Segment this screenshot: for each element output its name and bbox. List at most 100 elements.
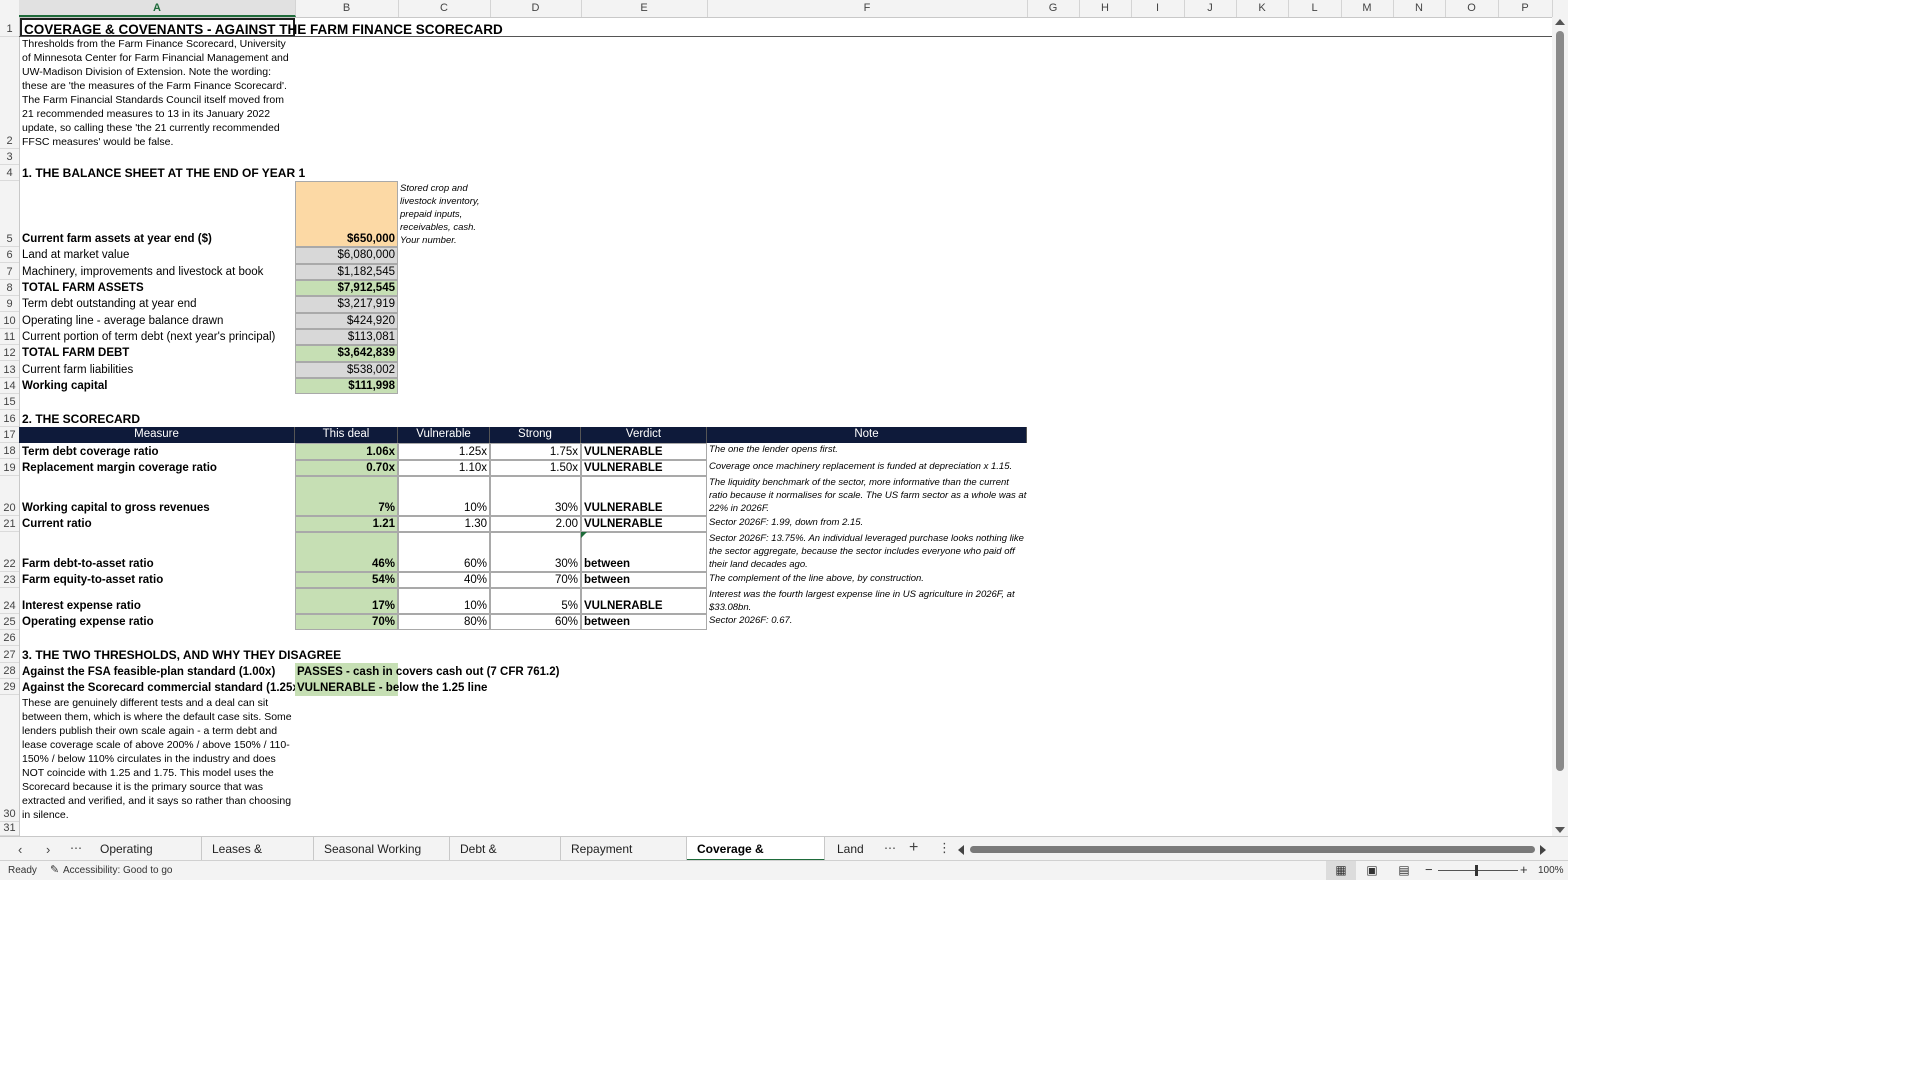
row-header[interactable]: 30 bbox=[0, 695, 19, 822]
this-deal-value[interactable]: 46% bbox=[295, 532, 398, 572]
column-header-f[interactable]: F bbox=[707, 0, 1028, 17]
column-header-a[interactable]: A bbox=[19, 0, 296, 17]
this-deal-value[interactable]: 7% bbox=[295, 476, 398, 516]
scorecard-note[interactable]: The liquidity benchmark of the sector, m… bbox=[709, 476, 1027, 515]
this-deal-value[interactable]: 54% bbox=[295, 572, 398, 588]
more-tabs-icon[interactable]: ⋯ bbox=[70, 841, 82, 855]
row-header[interactable]: 2 bbox=[0, 37, 19, 149]
sheet-title[interactable]: COVERAGE & COVENANTS - AGAINST THE FARM … bbox=[20, 18, 503, 37]
zoom-level[interactable]: 100% bbox=[1538, 865, 1564, 876]
strong-threshold[interactable]: 30% bbox=[490, 532, 581, 572]
measure-label[interactable]: Replacement margin coverage ratio bbox=[22, 461, 294, 475]
zoom-slider[interactable] bbox=[1438, 870, 1518, 871]
row-header[interactable]: 8 bbox=[0, 280, 19, 296]
balance-label[interactable]: Operating line - average balance drawn bbox=[22, 314, 294, 328]
column-header-e[interactable]: E bbox=[581, 0, 708, 17]
verdict[interactable]: between bbox=[581, 532, 707, 572]
intro-text[interactable]: Thresholds from the Farm Finance Scoreca… bbox=[22, 37, 294, 148]
verdict[interactable]: VULNERABLE bbox=[581, 476, 707, 516]
measure-label[interactable]: Current ratio bbox=[22, 517, 294, 531]
tab-operating-engine[interactable]: Operating Engine bbox=[90, 837, 202, 880]
balance-label[interactable]: Current portion of term debt (next year'… bbox=[22, 330, 294, 344]
balance-value[interactable]: $424,920 bbox=[295, 313, 398, 329]
tab-coverage-covenants[interactable]: Coverage & Covenants bbox=[687, 837, 825, 880]
scorecard-note[interactable]: The one the lender opens first. bbox=[709, 443, 1027, 456]
scorecard-standard-label[interactable]: Against the Scorecard commercial standar… bbox=[22, 681, 303, 695]
row-header[interactable]: 19 bbox=[0, 459, 19, 476]
scorecard-result[interactable]: VULNERABLE - below the 1.25 line bbox=[297, 681, 597, 695]
column-header-n[interactable]: N bbox=[1393, 0, 1446, 17]
this-deal-value[interactable]: 0.70x bbox=[295, 460, 398, 476]
thresholds-explanation[interactable]: These are genuinely different tests and … bbox=[22, 696, 294, 821]
scorecard-note[interactable]: The complement of the line above, by con… bbox=[709, 572, 1027, 585]
measure-label[interactable]: Term debt coverage ratio bbox=[22, 445, 294, 459]
strong-threshold[interactable]: 30% bbox=[490, 476, 581, 516]
balance-value[interactable]: $1,182,545 bbox=[295, 264, 398, 280]
row-header[interactable]: 11 bbox=[0, 329, 19, 345]
strong-threshold[interactable]: 1.75x bbox=[490, 443, 581, 460]
balance-label[interactable]: Working capital bbox=[22, 379, 294, 393]
zoom-out-icon[interactable]: − bbox=[1425, 862, 1433, 877]
row-header[interactable]: 29 bbox=[0, 679, 19, 695]
row-header[interactable]: 4 bbox=[0, 165, 19, 181]
more-tabs-right-icon[interactable]: ⋯ bbox=[884, 841, 896, 855]
row-header[interactable]: 22 bbox=[0, 532, 19, 572]
scorecard-note[interactable]: Sector 2026F: 1.99, down from 2.15. bbox=[709, 516, 1027, 529]
tab-scroll-left-icon[interactable]: ‹ bbox=[18, 842, 22, 857]
balance-value[interactable]: $113,081 bbox=[295, 329, 398, 345]
vulnerable-threshold[interactable]: 80% bbox=[398, 614, 490, 630]
tab-land-pa[interactable]: Land Pa bbox=[827, 837, 889, 880]
strong-threshold[interactable]: 60% bbox=[490, 614, 581, 630]
column-header-o[interactable]: O bbox=[1445, 0, 1499, 17]
fsa-result[interactable]: PASSES - cash in covers cash out (7 CFR … bbox=[297, 665, 597, 679]
vulnerable-threshold[interactable]: 1.30 bbox=[398, 516, 490, 532]
zoom-in-icon[interactable]: + bbox=[1520, 862, 1528, 877]
measure-label[interactable]: Interest expense ratio bbox=[22, 599, 294, 613]
row-header[interactable]: 18 bbox=[0, 443, 19, 459]
row-header[interactable]: 14 bbox=[0, 378, 19, 394]
measure-label[interactable]: Farm equity-to-asset ratio bbox=[22, 573, 294, 587]
vulnerable-threshold[interactable]: 1.10x bbox=[398, 460, 490, 476]
strong-threshold[interactable]: 2.00 bbox=[490, 516, 581, 532]
this-deal-value[interactable]: 70% bbox=[295, 614, 398, 630]
header-this-deal[interactable]: This deal bbox=[295, 427, 398, 443]
row-header[interactable]: 25 bbox=[0, 614, 19, 630]
vertical-scrollbar[interactable] bbox=[1552, 17, 1568, 836]
row-header[interactable]: 3 bbox=[0, 149, 19, 165]
column-header-c[interactable]: C bbox=[398, 0, 491, 17]
hscroll-left-icon[interactable] bbox=[958, 845, 964, 855]
row-header[interactable]: 20 bbox=[0, 476, 19, 516]
normal-view-icon[interactable]: ▦ bbox=[1326, 861, 1356, 880]
tab-scroll-right-icon[interactable]: › bbox=[46, 842, 50, 857]
column-header-d[interactable]: D bbox=[490, 0, 582, 17]
scroll-down-icon[interactable] bbox=[1555, 827, 1565, 833]
row-header[interactable]: 27 bbox=[0, 646, 19, 663]
row-header[interactable]: 10 bbox=[0, 312, 19, 329]
row-header[interactable]: 7 bbox=[0, 263, 19, 280]
column-header-g[interactable]: G bbox=[1027, 0, 1080, 17]
verdict[interactable]: VULNERABLE bbox=[581, 443, 707, 460]
row-header[interactable]: 21 bbox=[0, 516, 19, 532]
balance-value[interactable]: $111,998 bbox=[295, 378, 398, 394]
vulnerable-threshold[interactable]: 60% bbox=[398, 532, 490, 572]
accessibility-status[interactable]: Accessibility: Good to go bbox=[63, 865, 173, 876]
current-assets-input[interactable]: $650,000 bbox=[295, 181, 398, 247]
add-sheet-icon[interactable]: + bbox=[909, 839, 918, 857]
row-header[interactable]: 26 bbox=[0, 630, 19, 646]
section3-heading[interactable]: 3. THE TWO THRESHOLDS, AND WHY THEY DISA… bbox=[22, 648, 422, 662]
page-layout-icon[interactable]: ▣ bbox=[1362, 861, 1382, 880]
section1-heading[interactable]: 1. THE BALANCE SHEET AT THE END OF YEAR … bbox=[22, 166, 322, 180]
row-header[interactable]: 24 bbox=[0, 588, 19, 614]
vertical-scroll-thumb[interactable] bbox=[1556, 31, 1564, 771]
row-header[interactable]: 13 bbox=[0, 361, 19, 378]
tab-leases-renewal[interactable]: Leases & Renewal bbox=[202, 837, 314, 880]
horizontal-scroll-thumb[interactable] bbox=[970, 846, 1535, 853]
row-header[interactable]: 12 bbox=[0, 345, 19, 361]
row-header[interactable]: 15 bbox=[0, 394, 19, 410]
column-header-p[interactable]: P bbox=[1498, 0, 1553, 17]
fsa-standard-label[interactable]: Against the FSA feasible-plan standard (… bbox=[22, 665, 294, 679]
balance-label[interactable]: Current farm assets at year end ($) bbox=[22, 232, 294, 246]
column-header-k[interactable]: K bbox=[1236, 0, 1289, 17]
this-deal-value[interactable]: 17% bbox=[295, 588, 398, 614]
tab-seasonal-working-cap[interactable]: Seasonal Working Cap bbox=[314, 837, 450, 880]
